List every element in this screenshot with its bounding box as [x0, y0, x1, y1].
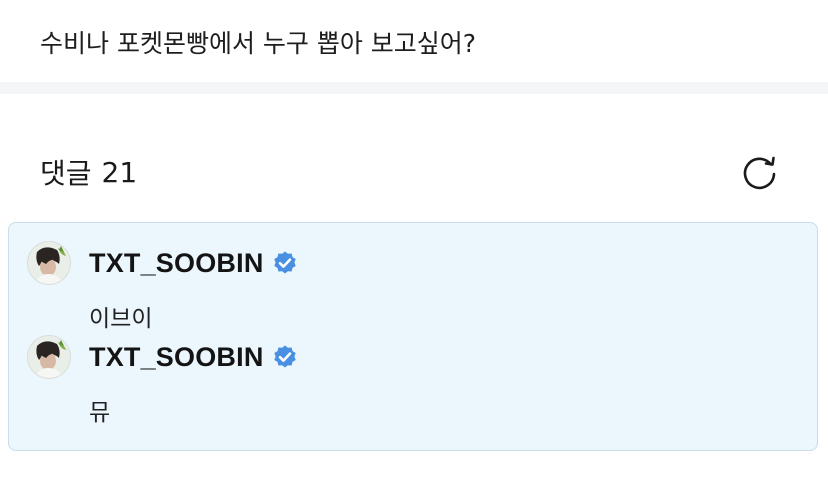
comment-thread: TXT_SOOBIN 이브이 TXT_SOOBIN 뮤: [8, 222, 818, 451]
comment-item: TXT_SOOBIN 뮤: [27, 335, 787, 426]
username-row: TXT_SOOBIN: [89, 339, 298, 375]
comment-item: TXT_SOOBIN 이브이: [27, 241, 787, 332]
comments-header: 댓글 21: [40, 150, 137, 194]
comments-count: 21: [101, 155, 138, 189]
refresh-icon: [743, 156, 776, 190]
username-row: TXT_SOOBIN: [89, 245, 298, 281]
verified-badge-icon: [272, 250, 298, 276]
comment-username[interactable]: TXT_SOOBIN: [89, 248, 264, 279]
section-divider: [0, 82, 828, 94]
comment-text: 뮤: [89, 400, 111, 426]
post-question: 수비나 포켓몬빵에서 누구 뽑아 보고싶어?: [40, 29, 477, 58]
comment-text: 이브이: [89, 306, 153, 332]
page: 수비나 포켓몬빵에서 누구 뽑아 보고싶어? 댓글 21 TXT_SOOBIN …: [0, 0, 828, 478]
comment-username[interactable]: TXT_SOOBIN: [89, 342, 264, 373]
avatar[interactable]: [27, 241, 71, 285]
refresh-button[interactable]: [738, 150, 782, 194]
avatar[interactable]: [27, 335, 71, 379]
verified-badge-icon: [272, 344, 298, 370]
comments-label: 댓글: [40, 157, 92, 190]
